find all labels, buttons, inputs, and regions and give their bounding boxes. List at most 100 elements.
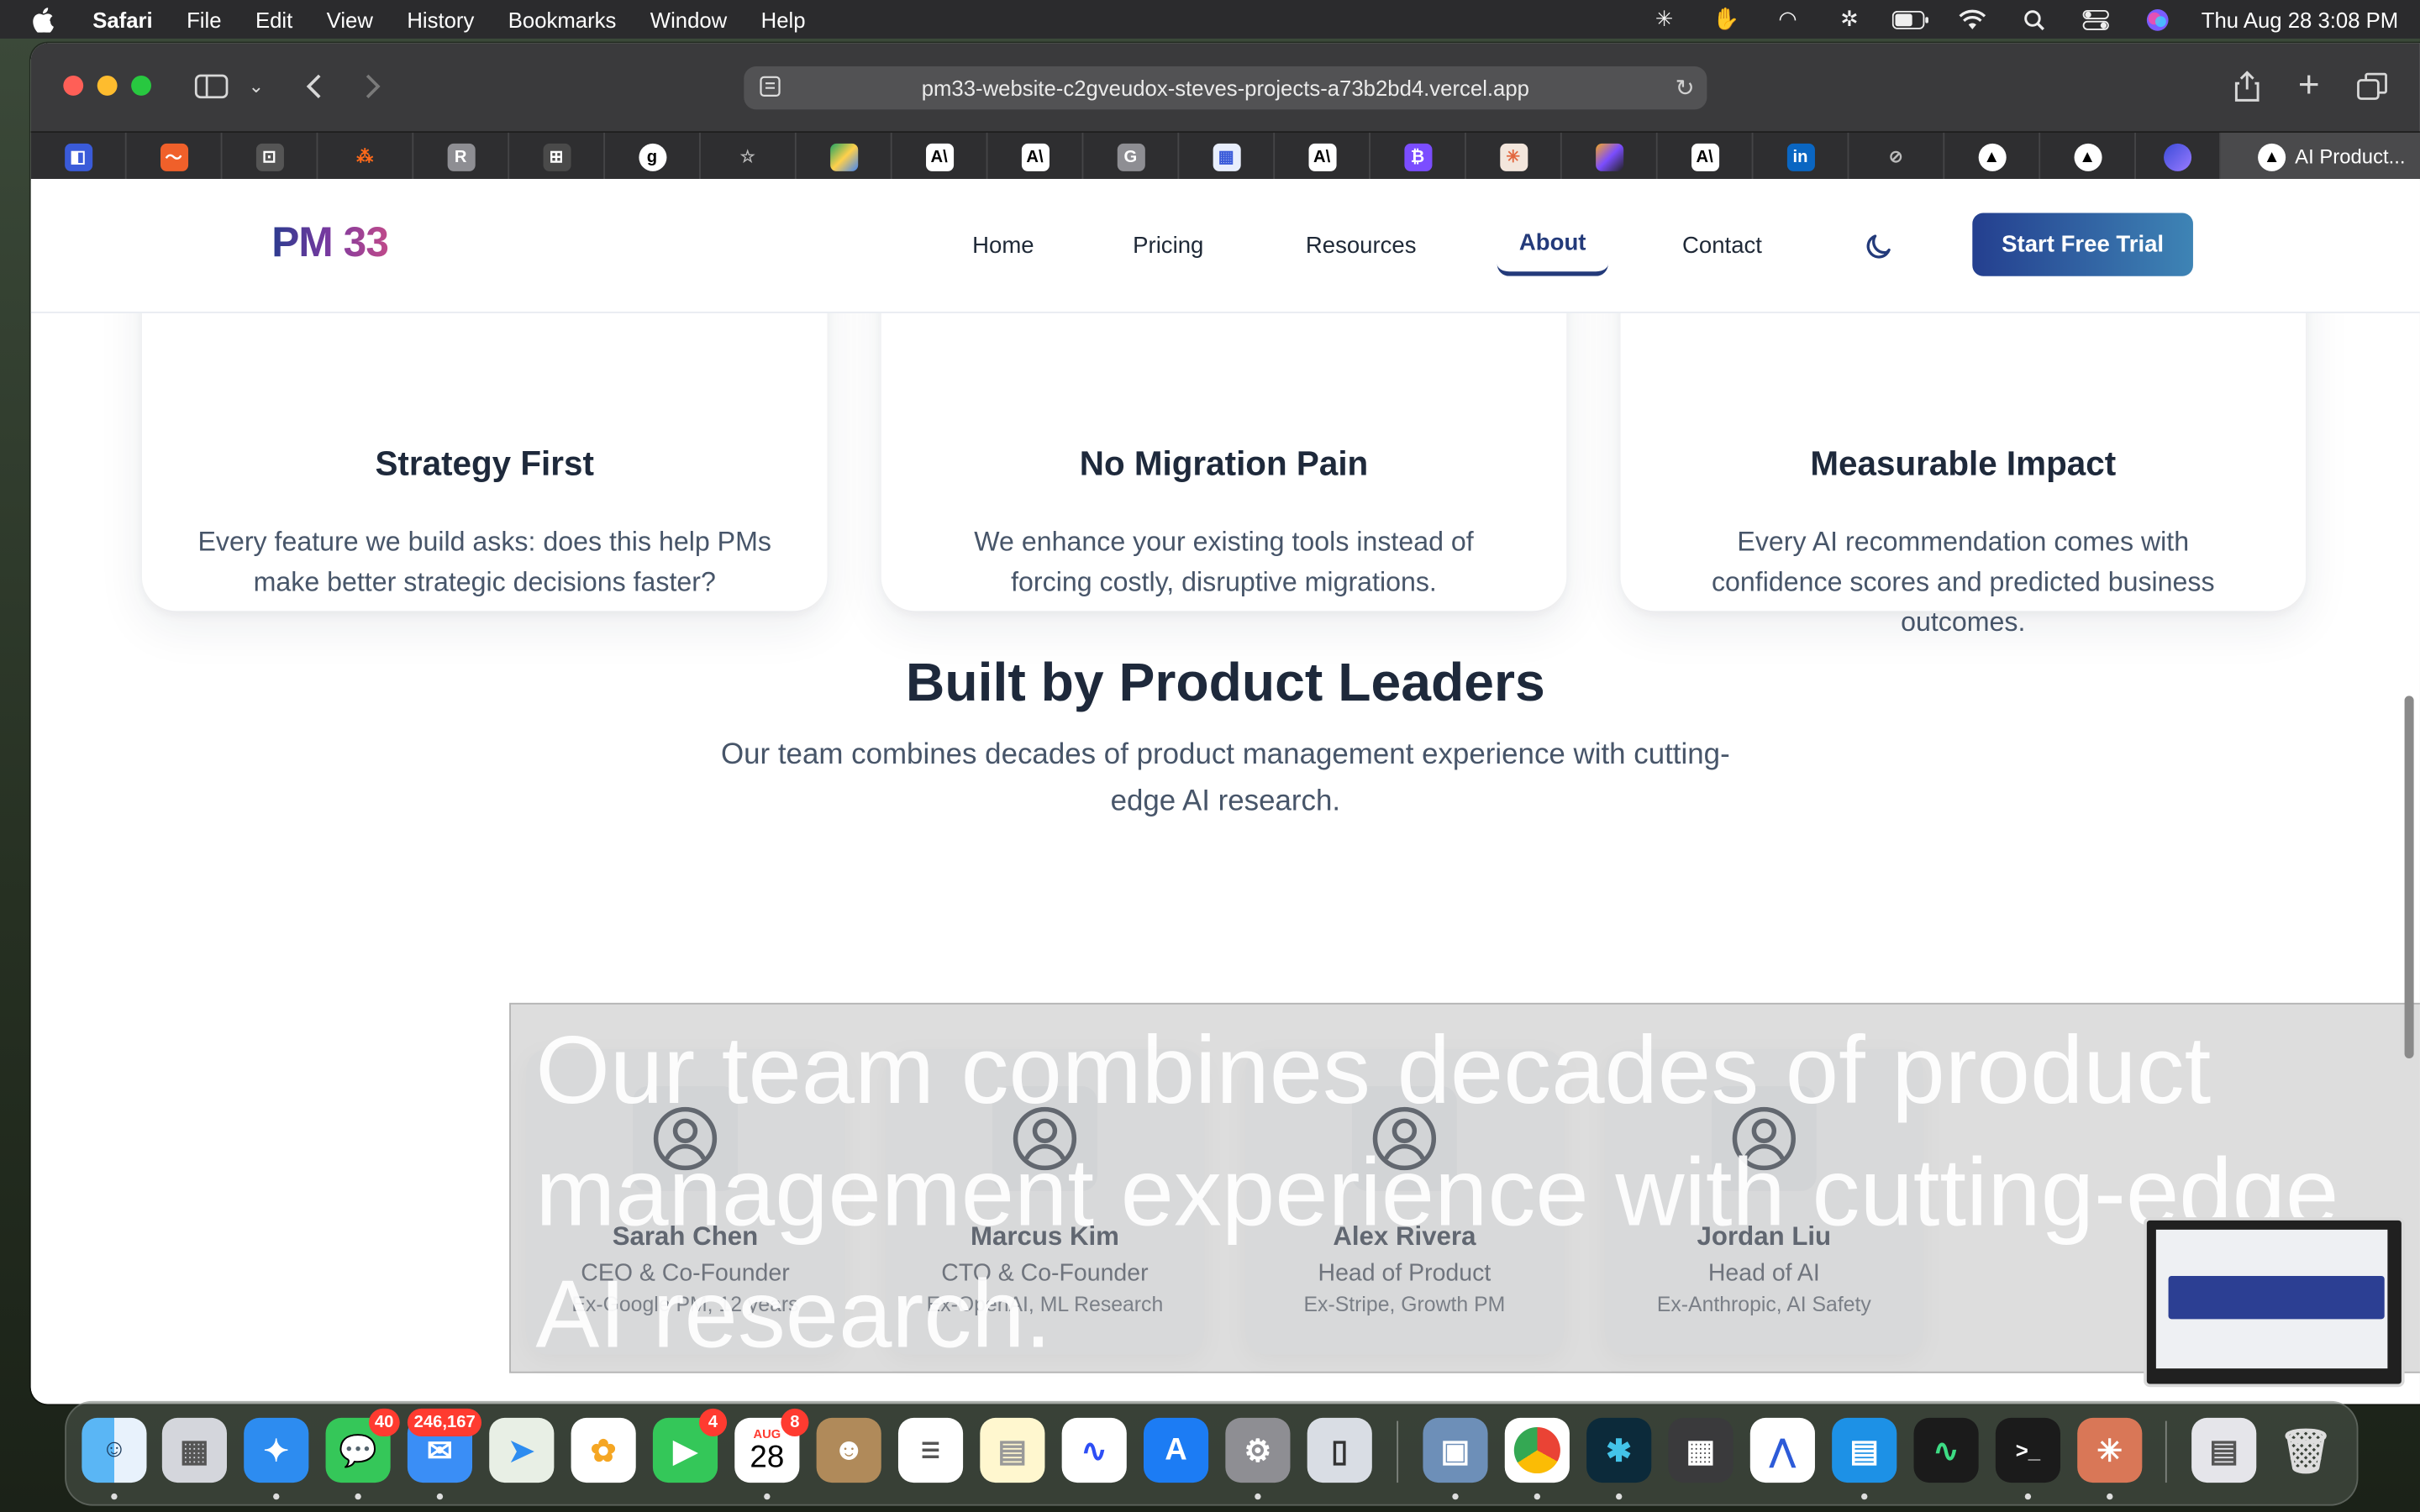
trash-icon[interactable]: 🗑 (2273, 1418, 2338, 1483)
gear-status-icon[interactable]: ✲ (1831, 0, 1868, 39)
nav-resources[interactable]: Resources (1306, 233, 1417, 259)
close-window-button[interactable] (63, 75, 84, 96)
menu-window[interactable]: Window (650, 7, 727, 31)
page-settings-icon[interactable] (760, 76, 781, 97)
pinned-tab[interactable]: A\ (892, 132, 988, 181)
pinned-tab[interactable]: g (605, 132, 701, 181)
active-tab[interactable]: ▲ AI Product... (2221, 132, 2420, 181)
sidebar-toggle-icon[interactable] (193, 68, 230, 105)
nav-about[interactable]: About (1497, 213, 1608, 276)
pinned-tab[interactable] (797, 132, 892, 181)
menu-view[interactable]: View (327, 7, 373, 31)
forward-arrow-icon[interactable] (358, 68, 389, 105)
arch-status-icon[interactable]: ◠ (1770, 0, 1807, 39)
pinned-tab[interactable]: ✳ (1466, 132, 1562, 181)
site-logo[interactable]: PM 33 (271, 219, 389, 267)
siri-icon[interactable] (2139, 0, 2176, 39)
reload-icon[interactable]: ↻ (1676, 74, 1695, 102)
address-bar[interactable]: pm33-website-c2gveudox-steves-projects-a… (744, 66, 1707, 110)
messages-icon[interactable]: 💬 40 (325, 1408, 400, 1483)
notes-icon[interactable]: ▤ (980, 1417, 1045, 1483)
new-tab-icon[interactable]: + (2293, 65, 2324, 107)
pinned-tab[interactable]: ☆ (701, 132, 797, 181)
minimize-window-button[interactable] (97, 75, 118, 96)
dark-mode-toggle-moon-icon[interactable] (1863, 230, 1897, 264)
battery-icon[interactable] (1892, 0, 1929, 39)
terminal-icon[interactable]: >_ (1995, 1417, 2060, 1483)
activity-monitor-icon[interactable]: ∿ (1913, 1417, 1979, 1483)
finder-icon[interactable]: ☺ (82, 1417, 147, 1483)
menu-help[interactable]: Help (761, 7, 806, 31)
running-indicator (2107, 1493, 2113, 1500)
zoom-window-button[interactable] (131, 75, 151, 96)
tab-favicon-icon: A\ (925, 142, 954, 171)
pinned-tab[interactable]: A\ (987, 132, 1084, 181)
maps-icon[interactable]: ➤ (489, 1417, 555, 1483)
nav-pricing[interactable]: Pricing (1133, 233, 1203, 259)
claude-icon[interactable]: ✳ (2077, 1417, 2143, 1483)
tab-overview-icon[interactable] (2355, 68, 2389, 105)
running-indicator (1616, 1493, 1623, 1500)
search-icon[interactable] (2016, 0, 2053, 39)
hand-status-icon[interactable]: ✋ (1707, 0, 1744, 39)
wifi-icon[interactable] (1954, 0, 1991, 39)
safari-icon[interactable]: ✦ (244, 1417, 309, 1483)
facetime-badge: 4 (699, 1408, 728, 1436)
share-icon[interactable] (2232, 68, 2263, 105)
arc-icon[interactable]: ⋀ (1749, 1417, 1815, 1483)
pinned-tab[interactable]: ₿ (1370, 132, 1466, 181)
docker-icon[interactable]: ▤ (1832, 1417, 1897, 1483)
browser-toolbar: ⌄ pm33-website-c2gveudox-steves-projects… (30, 43, 2420, 132)
pinned-tab[interactable]: ⊡ (222, 132, 318, 181)
control-center-icon[interactable] (2078, 0, 2115, 39)
mail-icon[interactable]: ✉ 246,167 (407, 1408, 482, 1483)
nav-contact[interactable]: Contact (1682, 233, 1762, 259)
launchpad-icon[interactable]: ▦ (161, 1417, 227, 1483)
app-store-icon[interactable]: A (1143, 1417, 1209, 1483)
freeform-icon[interactable]: ∿ (1061, 1417, 1127, 1483)
pinned-tab[interactable]: G (1083, 132, 1180, 181)
menu-safari[interactable]: Safari (92, 7, 152, 31)
chevron-down-icon[interactable]: ⌄ (244, 68, 268, 105)
pinned-tab[interactable]: ▦ (1179, 132, 1276, 181)
system-settings-icon[interactable]: ⚙ (1225, 1417, 1291, 1483)
tab-favicon-icon: R (446, 142, 475, 171)
value-card-title: Measurable Impact (1810, 444, 2117, 483)
pinned-tab[interactable]: in (1753, 132, 1849, 181)
apple-menu-icon[interactable] (31, 7, 55, 32)
pinned-tab[interactable]: ⊞ (509, 132, 605, 181)
back-arrow-icon[interactable] (297, 68, 329, 105)
menu-bookmarks[interactable]: Bookmarks (508, 7, 617, 31)
asterisk-status-icon[interactable]: ✳ (1646, 0, 1683, 39)
pinned-tab[interactable]: 〜 (127, 132, 223, 181)
pinned-tab[interactable]: A\ (1658, 132, 1754, 181)
pinned-tab[interactable] (1562, 132, 1658, 181)
calendar-icon[interactable]: AUG 28 8 (734, 1408, 809, 1483)
pinned-tab[interactable]: A\ (1275, 132, 1370, 181)
reminders-icon[interactable]: ☰ (897, 1417, 964, 1483)
pinned-tab[interactable]: ▲ (1944, 132, 2041, 181)
contacts-icon[interactable]: ☻ (816, 1417, 881, 1483)
menu-edit[interactable]: Edit (255, 7, 292, 31)
downloads-stack-icon[interactable]: ▤ (2191, 1417, 2257, 1483)
pinned-tab[interactable]: ⁂ (318, 132, 414, 181)
facetime-icon[interactable]: ▶ 4 (652, 1408, 728, 1483)
iphone-mirroring-icon[interactable]: ▯ (1307, 1417, 1372, 1483)
perplexity-icon[interactable]: ✱ (1586, 1417, 1652, 1483)
start-free-trial-button[interactable]: Start Free Trial (1972, 213, 2193, 276)
calculator-icon[interactable]: ▦ (1668, 1417, 1733, 1483)
pinned-tab[interactable]: ⊘ (1849, 132, 1945, 181)
pinned-tab[interactable]: R (413, 132, 510, 181)
nav-home[interactable]: Home (972, 233, 1034, 259)
chrome-icon[interactable] (1504, 1417, 1570, 1483)
pinned-tab[interactable]: ▲ (2040, 132, 2136, 181)
pinned-tab[interactable]: ◧ (31, 132, 127, 181)
page-scrollbar[interactable] (2404, 696, 2414, 1058)
pinned-tab[interactable] (2136, 132, 2222, 181)
menu-file[interactable]: File (187, 7, 221, 31)
preview-icon[interactable]: ▣ (1423, 1417, 1488, 1483)
menu-history[interactable]: History (407, 7, 474, 31)
photos-icon[interactable]: ✿ (571, 1417, 636, 1483)
screenshot-thumbnail-preview[interactable] (2144, 1217, 2405, 1388)
menu-clock[interactable]: Thu Aug 28 3:08 PM (2202, 7, 2398, 31)
